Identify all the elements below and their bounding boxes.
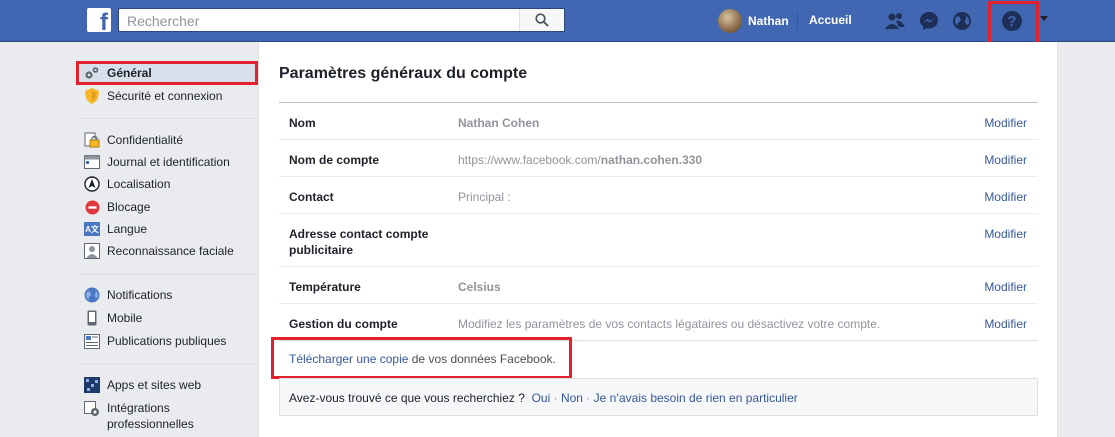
home-link[interactable]: Accueil: [809, 13, 852, 27]
sidebar-item-notifications[interactable]: Notifications: [80, 285, 172, 305]
search-icon: [535, 13, 549, 27]
settings-row-username[interactable]: Nom de compte https://www.facebook.com/n…: [279, 140, 1038, 177]
feedback-bar: Avez-vous trouvé ce que vous recherchiez…: [279, 378, 1038, 416]
friends-icon[interactable]: [884, 10, 906, 32]
sidebar-item-business-integrations[interactable]: Intégrations professionnelles: [80, 398, 207, 434]
edit-name-link[interactable]: Modifier: [984, 115, 1027, 131]
sidebar-item-public-posts[interactable]: Publications publiques: [80, 331, 226, 351]
settings-row-name[interactable]: Nom Nathan Cohen Modifier: [279, 103, 1038, 140]
sidebar-separator: [80, 118, 258, 119]
avatar: [718, 9, 742, 33]
facebook-logo[interactable]: f: [87, 8, 111, 35]
apps-icon: [84, 377, 100, 393]
integrations-icon: [84, 401, 100, 417]
profile-link[interactable]: Nathan: [718, 9, 789, 33]
sidebar-item-security[interactable]: Sécurité et connexion: [80, 86, 222, 106]
search-button[interactable]: [519, 9, 564, 31]
menu-caret-icon[interactable]: [1040, 16, 1048, 21]
page-title: Paramètres généraux du compte: [279, 65, 528, 82]
profile-name: Nathan: [748, 14, 789, 28]
feedback-question: Avez-vous trouvé ce que vous recherchiez…: [289, 391, 525, 405]
settings-row-temperature[interactable]: Température Celsius Modifier: [279, 267, 1038, 304]
sidebar-item-language[interactable]: A文 Langue: [80, 219, 147, 239]
shield-icon: [84, 88, 100, 104]
search-input[interactable]: [125, 11, 519, 31]
location-icon: [84, 176, 100, 192]
feedback-other-link[interactable]: Je n’avais besoin de rien en particulier: [594, 391, 798, 405]
top-navigation-bar: f Nathan Accueil ?: [0, 0, 1115, 42]
nav-divider: [797, 12, 798, 30]
globe-icon: [84, 287, 100, 303]
sidebar-item-apps[interactable]: Apps et sites web: [80, 375, 201, 395]
feedback-yes-link[interactable]: Oui: [532, 391, 551, 405]
settings-row-account-management[interactable]: Gestion du compte Modifiez les paramètre…: [279, 304, 1038, 341]
edit-contact-link[interactable]: Modifier: [984, 189, 1027, 205]
sidebar-item-blocking[interactable]: Blocage: [80, 197, 150, 217]
messenger-icon[interactable]: [918, 10, 940, 32]
svg-text:A文: A文: [85, 224, 100, 234]
language-icon: A文: [84, 221, 100, 237]
feedback-no-link[interactable]: Non: [561, 391, 583, 405]
face-icon: [84, 243, 100, 259]
settings-sidebar: Général Sécurité et connexion Confidenti…: [0, 42, 258, 437]
lock-icon: [84, 132, 100, 148]
edit-username-link[interactable]: Modifier: [984, 152, 1027, 168]
sidebar-item-mobile[interactable]: Mobile: [80, 308, 142, 328]
sidebar-item-timeline[interactable]: Journal et identification: [80, 152, 230, 172]
mobile-icon: [84, 310, 100, 326]
sidebar-item-face-recognition[interactable]: Reconnaissance faciale: [80, 241, 234, 261]
download-highlight-box: [271, 337, 572, 379]
timeline-icon: [84, 154, 100, 170]
sidebar-item-privacy[interactable]: Confidentialité: [80, 130, 183, 150]
sidebar-separator: [80, 364, 258, 365]
feed-icon: [84, 333, 100, 349]
search-box: [118, 8, 565, 32]
settings-row-contact[interactable]: Contact Principal : Modifier: [279, 177, 1038, 214]
notifications-globe-icon[interactable]: [951, 10, 973, 32]
general-highlight-box: [76, 61, 258, 85]
edit-temperature-link[interactable]: Modifier: [984, 279, 1027, 295]
edit-account-management-link[interactable]: Modifier: [984, 316, 1027, 332]
settings-row-ad-contact[interactable]: Adresse contact compte publicitaire Modi…: [279, 214, 1038, 267]
block-icon: [84, 199, 100, 215]
edit-ad-contact-link[interactable]: Modifier: [984, 226, 1027, 242]
sidebar-item-location[interactable]: Localisation: [80, 174, 170, 194]
sidebar-separator: [80, 274, 258, 275]
